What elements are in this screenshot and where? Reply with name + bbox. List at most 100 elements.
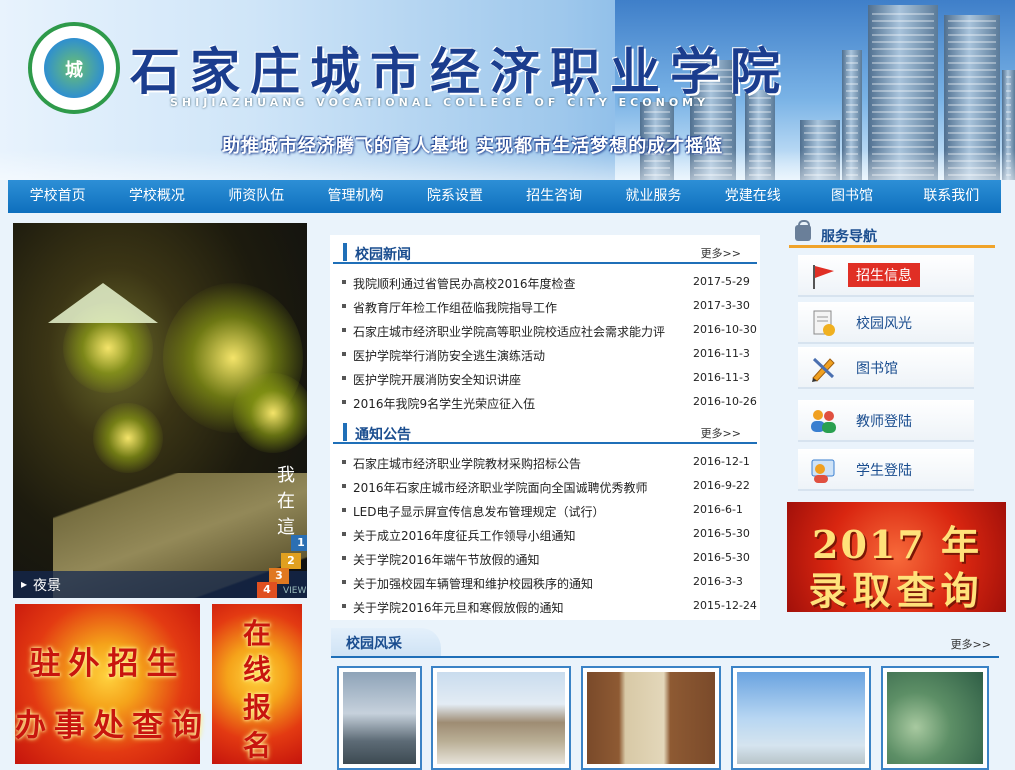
notice-item-date: 2016-5-30 <box>693 527 750 540</box>
office-banner-line2: 办事处查询 <box>15 708 210 744</box>
nav-item-administration[interactable]: 管理机构 <box>306 180 405 213</box>
service-item-campus-scenery[interactable]: 校园风光 <box>798 302 974 344</box>
news-item-title[interactable]: 医护学院举行消防安全逃生演练活动 <box>353 347 683 364</box>
notice-item-date: 2016-3-3 <box>693 575 743 588</box>
campus-photo-thumbnail[interactable] <box>431 666 571 770</box>
service-item-teacher-login[interactable]: 教师登陆 <box>798 400 974 442</box>
campus-photo-thumbnail[interactable] <box>731 666 871 770</box>
bullet-icon <box>342 352 346 356</box>
photo-trees <box>343 672 416 764</box>
bullet-icon <box>342 400 346 404</box>
slide-number-1[interactable]: 1 <box>291 535 307 551</box>
campus-style-header: 校园风采 更多>> <box>331 628 999 658</box>
school-title: 石家庄城市经济职业学院 <box>130 42 790 101</box>
notice-item-title[interactable]: 关于学院2016年元旦和寒假放假的通知 <box>353 599 683 616</box>
service-nav-header: 服务导航 <box>789 220 995 248</box>
service-item-library[interactable]: 图书馆 <box>798 347 974 389</box>
news-item: 医护学院举行消防安全逃生演练活动 2016-11-3 <box>340 343 760 365</box>
service-item-admissions-info[interactable]: 招生信息 <box>798 255 974 297</box>
news-item-date: 2016-10-30 <box>693 323 757 336</box>
users-icon <box>811 410 836 433</box>
slide-number-2[interactable]: 2 <box>281 553 301 569</box>
service-item-label: 图书馆 <box>856 361 898 377</box>
news-item-title[interactable]: 省教育厅年检工作组莅临我院指导工作 <box>353 299 683 316</box>
photo-lotus-pond <box>887 672 983 764</box>
campus-style-more-link[interactable]: 更多>> <box>951 636 991 652</box>
notice-item-title[interactable]: LED电子显示屏宣传信息发布管理规定（试行） <box>353 503 683 520</box>
admission-result-banner[interactable]: 2017 年 录取查询 <box>787 502 1006 613</box>
news-item-title[interactable]: 石家庄城市经济职业学院高等职业院校适应社会需求能力评 <box>353 323 683 340</box>
slide-glow <box>93 403 163 473</box>
nav-item-departments[interactable]: 院系设置 <box>405 180 504 213</box>
news-item: 省教育厅年检工作组莅临我院指导工作 2017-3-30 <box>340 295 760 317</box>
nav-item-faculty[interactable]: 师资队伍 <box>207 180 306 213</box>
notice-item: LED电子显示屏宣传信息发布管理规定（试行） 2016-6-1 <box>340 499 760 521</box>
news-item-title[interactable]: 医护学院开展消防安全知识讲座 <box>353 371 683 388</box>
school-logo[interactable]: 城 <box>28 22 120 114</box>
notice-item-title[interactable]: 关于学院2016年端午节放假的通知 <box>353 551 683 568</box>
header-wave <box>0 150 1015 180</box>
notices-header: 通知公告 更多>> <box>333 418 757 444</box>
notice-item: 关于学院2016年端午节放假的通知 2016-5-30 <box>340 547 760 569</box>
news-item: 2016年我院9名学生光荣应征入伍 2016-10-26 <box>340 391 760 413</box>
caption-arrow-icon: ▸ <box>21 577 28 591</box>
office-recruitment-banner[interactable]: 驻外招生 办事处查询 <box>15 604 210 764</box>
notices-more-link[interactable]: 更多>> <box>701 425 741 441</box>
notice-item-date: 2016-9-22 <box>693 479 750 492</box>
slide-tent <box>48 283 158 323</box>
campus-news-title: 校园新闻 <box>355 247 411 263</box>
notice-item-date: 2016-5-30 <box>693 551 750 564</box>
nav-item-library[interactable]: 图书馆 <box>802 180 901 213</box>
nav-item-employment[interactable]: 就业服务 <box>604 180 703 213</box>
notice-item: 关于学院2016年元旦和寒假放假的通知 2015-12-24 <box>340 595 760 617</box>
service-item-student-login[interactable]: 学生登陆 <box>798 449 974 491</box>
bullet-icon <box>342 328 346 332</box>
notice-item-title[interactable]: 石家庄城市经济职业学院教材采购招标公告 <box>353 455 683 472</box>
admission-banner-line2: 录取查询 <box>808 568 985 613</box>
online-registration-banner[interactable]: 在 线 报 名 <box>212 604 302 764</box>
notice-item: 关于加强校园车辆管理和维护校园秩序的通知 2016-3-3 <box>340 571 760 593</box>
notice-item-title[interactable]: 关于成立2016年度征兵工作领导小组通知 <box>353 527 683 544</box>
bullet-icon <box>342 508 346 512</box>
bullet-icon <box>342 532 346 536</box>
news-item-title[interactable]: 2016年我院9名学生光荣应征入伍 <box>353 395 683 412</box>
news-item-date: 2016-10-26 <box>693 395 757 408</box>
news-item: 医护学院开展消防安全知识讲座 2016-11-3 <box>340 367 760 389</box>
photo-slideshow[interactable]: 我在這 ▸ 夜景 1 2 3 4 VIEW <box>13 223 307 598</box>
campus-photo-thumbnail[interactable] <box>881 666 989 770</box>
notice-item: 2016年石家庄城市经济职业学院面向全国诚聘优秀教师 2016-9-22 <box>340 475 760 497</box>
nav-item-home[interactable]: 学校首页 <box>8 180 107 213</box>
news-item-date: 2016-11-3 <box>693 347 750 360</box>
school-english-name: SHIJIAZHUANG VOCATIONAL COLLEGE OF CITY … <box>170 96 710 109</box>
notice-item-date: 2016-6-1 <box>693 503 743 516</box>
nav-item-admissions[interactable]: 招生咨询 <box>504 180 603 213</box>
photo-campus-road <box>437 672 565 764</box>
site-header: 城 石家庄城市经济职业学院 SHIJIAZHUANG VOCATIONAL CO… <box>0 0 1015 180</box>
bullet-icon <box>342 580 346 584</box>
nav-item-party[interactable]: 党建在线 <box>703 180 802 213</box>
nav-item-contact[interactable]: 联系我们 <box>902 180 1001 213</box>
slide-caption: 夜景 <box>33 578 61 594</box>
news-item-date: 2017-5-29 <box>693 275 750 288</box>
news-item-title[interactable]: 我院顺利通过省管民办高校2016年度检查 <box>353 275 683 292</box>
campus-news-more-link[interactable]: 更多>> <box>701 245 741 261</box>
service-nav-title: 服务导航 <box>821 229 877 245</box>
nav-item-overview[interactable]: 学校概况 <box>107 180 206 213</box>
slide-number-4[interactable]: 4 <box>257 582 277 598</box>
notice-item-title[interactable]: 关于加强校园车辆管理和维护校园秩序的通知 <box>353 575 683 592</box>
bullet-icon <box>342 304 346 308</box>
bullet-icon <box>342 280 346 284</box>
slide-view-label: VIEW <box>283 586 307 596</box>
news-item-date: 2017-3-30 <box>693 299 750 312</box>
bullet-icon <box>342 604 346 608</box>
campus-photo-thumbnail[interactable] <box>581 666 721 770</box>
slide-glow <box>233 373 307 453</box>
campus-photo-thumbnail[interactable] <box>337 666 422 770</box>
notice-item: 关于成立2016年度征兵工作领导小组通知 2016-5-30 <box>340 523 760 545</box>
notice-item-date: 2015-12-24 <box>693 599 757 612</box>
service-item-label: 学生登陆 <box>856 463 912 479</box>
main-nav: 学校首页 学校概况 师资队伍 管理机构 院系设置 招生咨询 就业服务 党建在线 … <box>8 180 1001 213</box>
notice-item-title[interactable]: 2016年石家庄城市经济职业学院面向全国诚聘优秀教师 <box>353 479 683 496</box>
service-item-label: 校园风光 <box>856 316 912 332</box>
logo-mark: 城 <box>65 60 83 81</box>
